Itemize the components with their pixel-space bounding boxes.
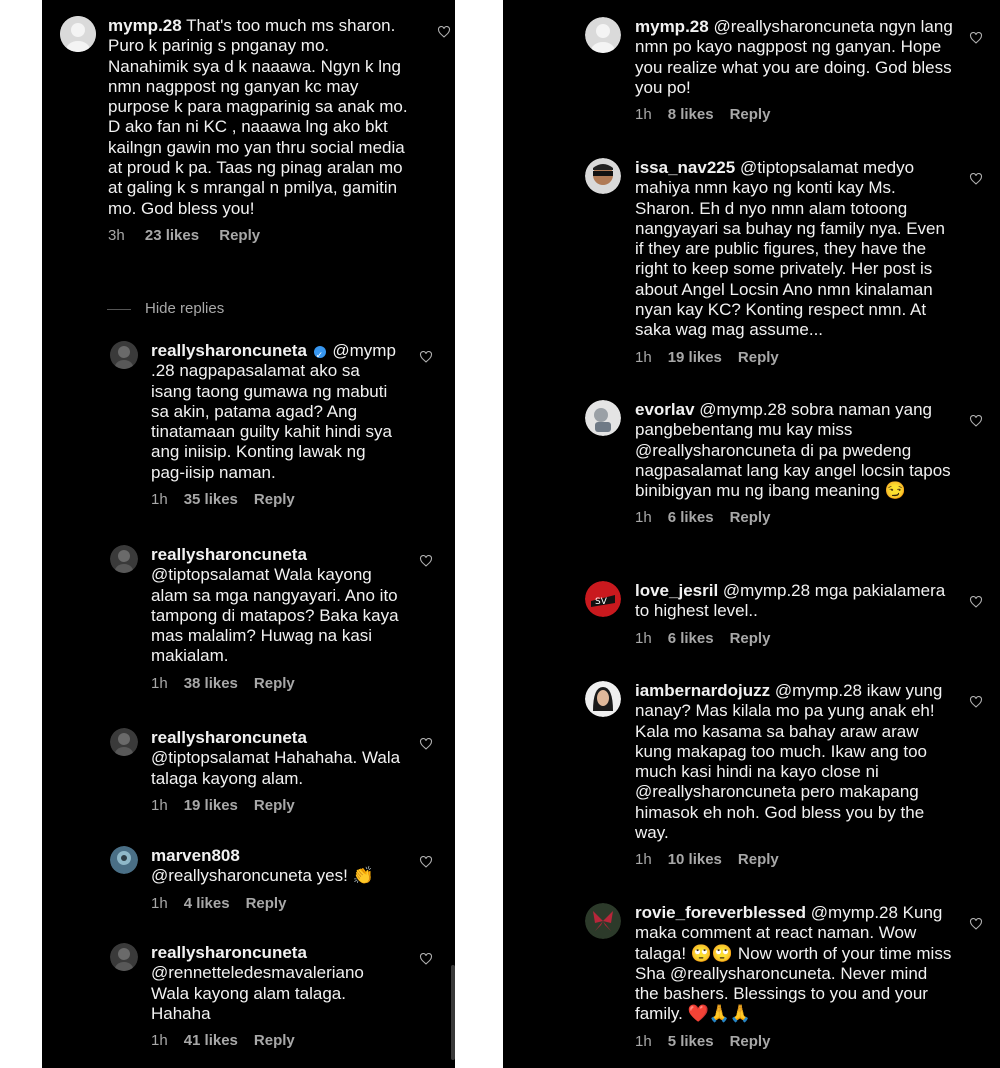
heart-icon[interactable] bbox=[969, 918, 983, 930]
reply-button[interactable]: Reply bbox=[246, 895, 287, 912]
reply-button[interactable]: Reply bbox=[730, 630, 771, 647]
reply-text: @tiptopsalamat Wala kayong alam sa mga n… bbox=[151, 565, 399, 666]
reply-button[interactable]: Reply bbox=[738, 851, 779, 868]
comment-likes[interactable]: 23 likes bbox=[145, 227, 199, 244]
comment-time: 3h bbox=[108, 226, 125, 244]
reply-username[interactable]: reallysharoncuneta bbox=[151, 943, 307, 962]
comment-time: 1h bbox=[635, 1032, 652, 1050]
avatar[interactable] bbox=[585, 158, 621, 194]
reply-likes[interactable]: 19 likes bbox=[184, 797, 238, 814]
comment-likes[interactable]: 19 likes bbox=[668, 349, 722, 366]
reply-button[interactable]: Reply bbox=[219, 227, 260, 244]
default-avatar-icon bbox=[60, 16, 96, 52]
reply-likes[interactable]: 35 likes bbox=[184, 491, 238, 508]
reply-button[interactable]: Reply bbox=[254, 491, 295, 508]
reply-likes[interactable]: 4 likes bbox=[184, 895, 230, 912]
comment-username[interactable]: evorlav bbox=[635, 400, 695, 419]
comment-meta: 3h 23 likes Reply bbox=[108, 227, 413, 247]
comment-username[interactable]: rovie_foreverblessed bbox=[635, 903, 806, 922]
reply-text: @tiptopsalamat Hahahaha. Wala talaga kay… bbox=[151, 748, 401, 788]
avatar[interactable] bbox=[585, 400, 621, 436]
profile-photo-icon bbox=[110, 728, 138, 756]
avatar-default[interactable] bbox=[60, 16, 96, 52]
comment-likes[interactable]: 6 likes bbox=[668, 509, 714, 526]
heart-icon[interactable] bbox=[969, 415, 983, 427]
comment-username[interactable]: issa_nav225 bbox=[635, 158, 735, 177]
profile-photo-icon bbox=[585, 400, 621, 436]
reply-button[interactable]: Reply bbox=[254, 1032, 295, 1049]
comment-likes[interactable]: 8 likes bbox=[668, 106, 714, 123]
avatar[interactable] bbox=[110, 943, 138, 971]
reply-button[interactable]: Reply bbox=[730, 509, 771, 526]
heart-icon[interactable] bbox=[437, 26, 451, 38]
heart-icon[interactable] bbox=[419, 953, 433, 965]
svg-text:SV: SV bbox=[595, 597, 608, 607]
comment-username[interactable]: iambernardojuzz bbox=[635, 681, 770, 700]
comment-username[interactable]: mymp.28 bbox=[635, 17, 709, 36]
scrollbar[interactable] bbox=[451, 965, 455, 1060]
profile-photo-icon bbox=[110, 943, 138, 971]
heart-icon[interactable] bbox=[969, 696, 983, 708]
avatar[interactable] bbox=[110, 728, 138, 756]
comment-time: 1h bbox=[635, 851, 652, 869]
comment-text: @tiptopsalamat medyo mahiya nmn kayo ng … bbox=[635, 158, 945, 340]
verified-badge-icon bbox=[313, 345, 326, 365]
comment-time: 1h bbox=[635, 348, 652, 366]
comment-time: 1h bbox=[635, 509, 652, 527]
profile-photo-icon bbox=[110, 545, 138, 573]
reply-likes[interactable]: 41 likes bbox=[184, 1032, 238, 1049]
heart-icon[interactable] bbox=[419, 738, 433, 750]
hide-replies-button[interactable]: Hide replies bbox=[107, 300, 224, 317]
reply-username[interactable]: reallysharoncuneta bbox=[151, 728, 307, 747]
avatar-default[interactable] bbox=[585, 17, 621, 53]
comment-likes[interactable]: 5 likes bbox=[668, 1033, 714, 1050]
reply-username[interactable]: reallysharoncuneta bbox=[151, 341, 307, 360]
profile-photo-icon: SV bbox=[585, 581, 621, 617]
comment-text: That's too much ms sharon. Puro k parini… bbox=[108, 16, 408, 218]
avatar[interactable] bbox=[110, 545, 138, 573]
comment-username[interactable]: mymp.28 bbox=[108, 16, 182, 35]
reply-button[interactable]: Reply bbox=[254, 675, 295, 692]
reply-username[interactable]: marven808 bbox=[151, 846, 240, 865]
avatar[interactable] bbox=[110, 846, 138, 874]
reply-username[interactable]: reallysharoncuneta bbox=[151, 545, 307, 564]
reply-text: @rennetteledesmavaleriano Wala kayong al… bbox=[151, 963, 364, 1023]
profile-photo-icon bbox=[585, 681, 621, 717]
reply-button[interactable]: Reply bbox=[730, 106, 771, 123]
reply-text: @mymp .28 nagpapasalamat ako sa isang ta… bbox=[151, 341, 396, 482]
profile-photo-icon bbox=[110, 846, 138, 874]
reply-button[interactable]: Reply bbox=[254, 797, 295, 814]
comment-time: 1h bbox=[635, 106, 652, 124]
comment-likes[interactable]: 6 likes bbox=[668, 630, 714, 647]
profile-photo-icon bbox=[585, 158, 621, 194]
avatar[interactable]: SV bbox=[585, 581, 621, 617]
comment-likes[interactable]: 10 likes bbox=[668, 851, 722, 868]
reply-time: 1h bbox=[151, 796, 168, 814]
comments-panel-right: mymp.28 @reallysharoncuneta ngyn lang nm… bbox=[503, 0, 1000, 1068]
reply-button[interactable]: Reply bbox=[730, 1033, 771, 1050]
reply-time: 1h bbox=[151, 491, 168, 509]
reply-time: 1h bbox=[151, 894, 168, 912]
heart-icon[interactable] bbox=[969, 173, 983, 185]
default-avatar-icon bbox=[585, 17, 621, 53]
comment-text: @mymp.28 ikaw yung nanay? Mas kilala mo … bbox=[635, 681, 943, 843]
reply-button[interactable]: Reply bbox=[738, 349, 779, 366]
reply-text: @reallysharoncuneta yes! 👏 bbox=[151, 866, 374, 886]
avatar[interactable] bbox=[585, 681, 621, 717]
heart-icon[interactable] bbox=[419, 555, 433, 567]
comment-username[interactable]: love_jesril bbox=[635, 581, 718, 600]
heart-icon[interactable] bbox=[969, 32, 983, 44]
avatar[interactable] bbox=[585, 903, 621, 939]
profile-photo-icon bbox=[110, 341, 138, 369]
comment-time: 1h bbox=[635, 629, 652, 647]
heart-icon[interactable] bbox=[419, 856, 433, 868]
heart-icon[interactable] bbox=[969, 596, 983, 608]
reply-time: 1h bbox=[151, 1032, 168, 1050]
reply-likes[interactable]: 38 likes bbox=[184, 675, 238, 692]
reply-time: 1h bbox=[151, 674, 168, 692]
heart-icon[interactable] bbox=[419, 351, 433, 363]
comments-panel-left: mymp.28 That's too much ms sharon. Puro … bbox=[42, 0, 455, 1068]
profile-photo-icon bbox=[585, 903, 621, 939]
avatar[interactable] bbox=[110, 341, 138, 369]
